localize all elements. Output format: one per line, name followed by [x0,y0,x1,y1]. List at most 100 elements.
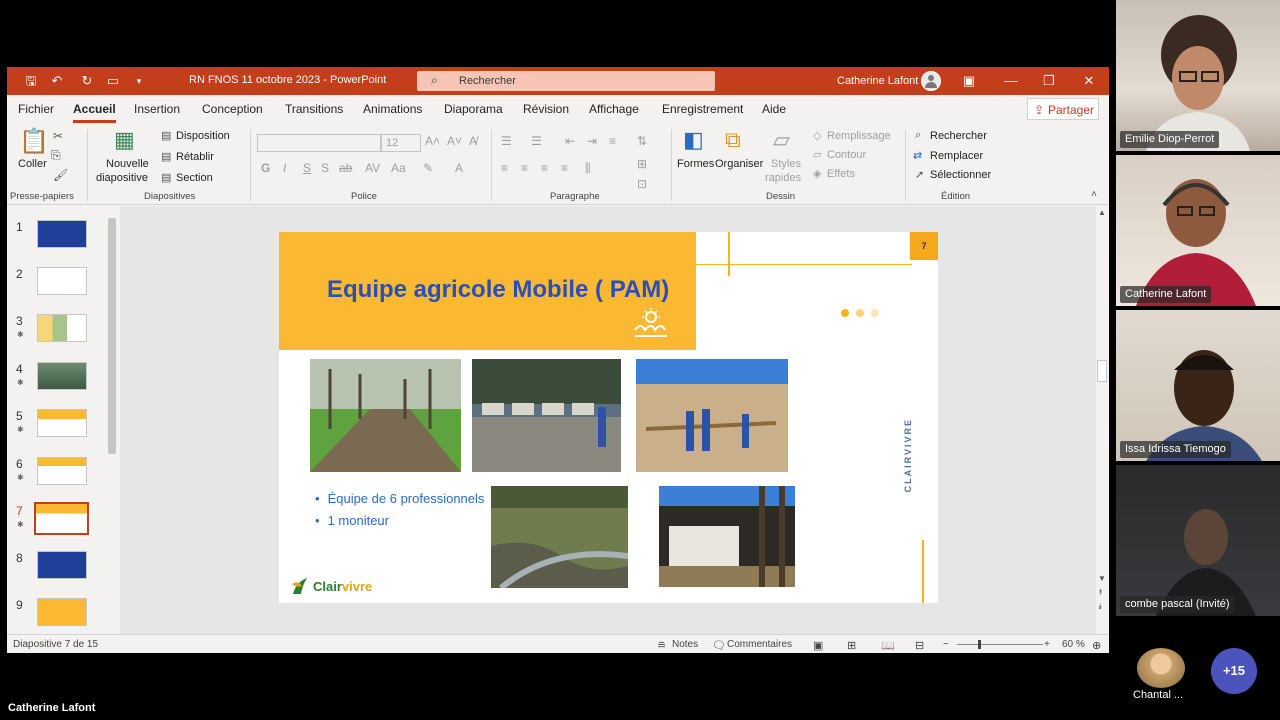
paste-label[interactable]: Coller [18,158,47,170]
thumbnail-2[interactable]: 2 [7,267,119,307]
present-icon[interactable]: ▭ [105,73,121,89]
minimize-icon[interactable]: — [1001,71,1021,91]
select-button[interactable]: Sélectionner [930,169,991,181]
thumbnail-5[interactable]: 5 ✱ [7,409,119,449]
align-left-icon[interactable]: ≡ [501,161,508,175]
align-right-icon[interactable]: ≡ [541,161,548,175]
editor-scrollbar[interactable]: ▲ ▼ ⯭ ⯯ [1096,206,1108,634]
thumbnail-image[interactable] [37,267,87,295]
scrollbar-thumb[interactable] [1097,360,1107,382]
photo-orchard[interactable] [310,359,461,472]
scrollbar-thumb[interactable] [108,218,116,454]
ribbon-display-icon[interactable]: ▣ [959,71,979,91]
replace-button[interactable]: Remplacer [930,150,983,162]
quick-styles-icon[interactable]: ▱ [773,127,790,153]
thumbnail-4[interactable]: 4 ✱ [7,362,119,402]
user-avatar[interactable] [921,71,941,91]
participant-tile[interactable]: Catherine Lafont [1116,155,1280,306]
participant-tile[interactable]: Emilie Diop-Perrot [1116,0,1280,151]
tab-enregistrement[interactable]: Enregistrement [662,102,743,116]
thumbnails-scrollbar[interactable] [106,208,118,632]
previous-slide-icon[interactable]: ⯭ [1098,588,1103,598]
fit-slide-icon[interactable]: ⊕ [1092,639,1101,652]
slide-sorter-icon[interactable]: ⊞ [847,639,856,652]
zoom-out-icon[interactable]: − [943,639,949,650]
thumbnail-image[interactable] [37,457,87,485]
columns-icon[interactable]: ⫼ [585,161,591,176]
collapse-ribbon-icon[interactable]: ˄ [1091,189,1097,200]
numbering-icon[interactable]: ☰ [531,134,542,148]
thumbnail-6[interactable]: 6 ✱ [7,457,119,497]
cut-icon[interactable]: ✂ [53,129,63,143]
thumbnail-7[interactable]: 7 ✱ [7,501,119,544]
tab-conception[interactable]: Conception [202,102,263,116]
highlight-icon[interactable]: ✎ [423,161,433,175]
shadow-icon[interactable]: S [321,161,329,175]
new-slide-icon[interactable]: ▦ [114,127,135,153]
save-icon[interactable]: 🖫 [23,73,39,89]
shapes-icon[interactable]: ◧ [683,127,704,153]
quick-styles-label-1[interactable]: Styles [771,158,801,170]
strikethrough-icon[interactable]: ab [339,161,352,175]
thumbnail-9[interactable]: 9 [7,598,119,638]
current-slide[interactable]: Equipe agricole Mobile ( PAM) 7 CLAIRVIV… [279,232,938,603]
bold-icon[interactable]: G [261,161,270,175]
font-color-icon[interactable]: A [455,161,463,175]
zoom-in-icon[interactable]: + [1044,639,1050,650]
participant-tile[interactable]: combe pascal (Invité) [1116,465,1280,616]
spacing-icon[interactable]: AV [365,161,380,175]
participant-avatar[interactable] [1137,648,1185,688]
underline-icon[interactable]: S [303,161,311,175]
thumbnail-image[interactable] [37,551,87,579]
new-slide-label-1[interactable]: Nouvelle [106,158,149,170]
thumbnail-8[interactable]: 8 [7,551,119,591]
arrange-icon[interactable]: ⧉ [725,127,741,153]
tab-animations[interactable]: Animations [363,102,422,116]
increase-indent-icon[interactable]: ⇥ [587,134,597,148]
case-icon[interactable]: Aa [391,161,406,175]
photo-fence[interactable] [636,359,788,472]
new-slide-label-2[interactable]: diapositive [96,172,148,184]
tab-revision[interactable]: Révision [523,102,569,116]
photo-stream[interactable] [491,486,628,588]
arrange-button[interactable]: Organiser [715,158,763,170]
tab-accueil[interactable]: Accueil [73,102,116,123]
slideshow-icon[interactable]: ⊟ [915,639,924,652]
align-center-icon[interactable]: ≡ [521,161,528,175]
slide-bullet-list[interactable]: Équipe de 6 professionnels 1 moniteur [315,488,485,532]
search-box[interactable]: ⌕ Rechercher [417,71,715,91]
decrease-indent-icon[interactable]: ⇤ [565,134,575,148]
tab-affichage[interactable]: Affichage [589,102,639,116]
font-size-box[interactable]: 12 [381,134,421,152]
line-spacing-icon[interactable]: ≡ [609,134,616,148]
zoom-slider[interactable] [957,644,1043,645]
find-button[interactable]: Rechercher [930,130,987,142]
redo-icon[interactable]: ↻ [79,73,95,89]
thumbnail-image[interactable] [37,409,87,437]
fill-button[interactable]: Remplissage [827,130,891,142]
customize-toolbar-icon[interactable]: ▾ [131,73,147,89]
tab-fichier[interactable]: Fichier [18,102,54,116]
grow-font-icon[interactable]: A˄ [425,134,440,148]
shrink-font-icon[interactable]: A˅ [447,134,462,148]
paste-icon[interactable]: 📋 [19,127,49,156]
reset-button[interactable]: Rétablir [176,151,214,163]
bullets-icon[interactable]: ☰ [501,134,512,148]
justify-icon[interactable]: ≡ [561,161,568,175]
format-painter-icon[interactable]: 🖌 [53,168,68,182]
tab-diaporama[interactable]: Diaporama [444,102,503,116]
comments-button[interactable]: Commentaires [727,639,792,650]
close-icon[interactable]: ✕ [1079,71,1099,91]
outline-button[interactable]: Contour [827,149,866,161]
shapes-button[interactable]: Formes [677,158,714,170]
more-participants-button[interactable]: +15 [1211,648,1257,694]
scroll-up-icon[interactable]: ▲ [1098,208,1106,217]
normal-view-icon[interactable]: ▣ [813,639,823,652]
section-button[interactable]: Section [176,172,213,184]
thumbnail-image[interactable] [37,598,87,626]
scroll-down-icon[interactable]: ▼ [1098,574,1106,583]
thumbnail-image[interactable] [37,220,87,248]
thumbnail-image[interactable] [37,362,87,390]
notes-button[interactable]: Notes [672,639,698,650]
restore-icon[interactable]: ❐ [1039,71,1059,91]
